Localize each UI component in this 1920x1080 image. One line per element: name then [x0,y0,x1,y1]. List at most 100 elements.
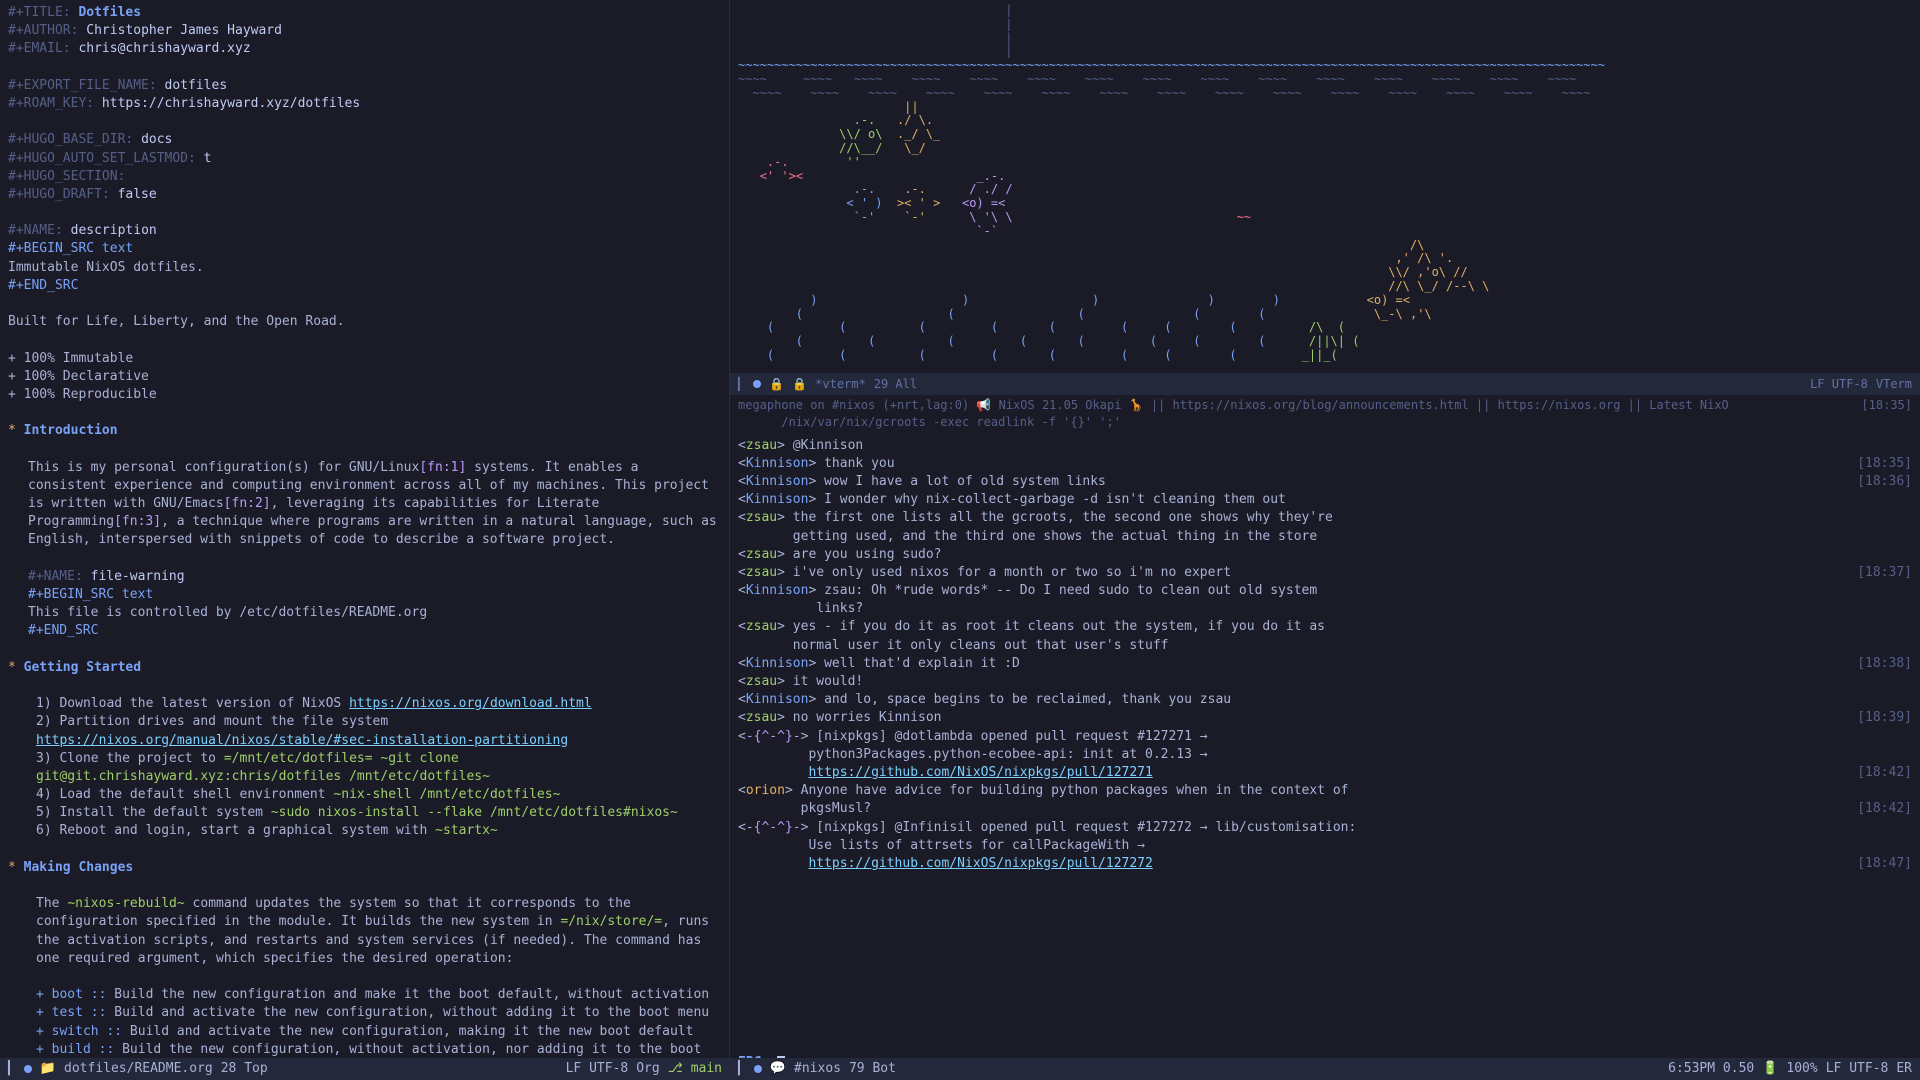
kw-author: #+AUTHOR: [8,23,78,38]
chat-line: <Kinnison> zsau: Oh *rude words* -- Do I… [738,582,1912,600]
battery-icon: 🔋 [1762,1060,1778,1078]
doc-title: Dotfiles [78,5,141,20]
vterm-pane[interactable]: | | | | ~~~~~~~~~~~~~~~~~~~~~~~~~~~~~~~~… [730,0,1920,395]
list-item: + build :: Build the new configuration, … [36,1041,721,1058]
buffer-pos: 79 Bot [849,1060,896,1078]
footnote-1[interactable]: [fn:1] [419,460,466,475]
chat-line: python3Packages.python-ecobee-api: init … [738,746,1912,764]
kw-email: #+EMAIL: [8,41,71,56]
chat-line: Use lists of attrsets for callPackageWit… [738,837,1912,855]
chat-line: links? [738,600,1912,618]
kw-title: #+TITLE: [8,5,71,20]
footnote-2[interactable]: [fn:2] [224,496,271,511]
doc-hugo-lastmod: t [204,151,212,166]
link-partition[interactable]: https://nixos.org/manual/nixos/stable/#s… [36,733,568,748]
bullet-1: + 100% Declarative [8,369,149,384]
chat-line: pkgsMusl?[18:42] [738,800,1912,818]
encoding: LF UTF-8 [1810,376,1868,393]
major-mode: Org [636,1060,659,1078]
chat-line: <Kinnison> thank you[18:35] [738,455,1912,473]
begin-src: #+BEGIN_SRC text [8,241,133,256]
doc-roam: https://chrishayward.xyz/dotfiles [102,96,360,111]
editor-pane-left[interactable]: #+TITLE: Dotfiles #+AUTHOR: Christopher … [0,0,730,1058]
chat-line: <zsau> are you using sudo? [738,546,1912,564]
warn-body: This file is controlled by /etc/dotfiles… [28,605,427,620]
chat-line: <zsau> it would! [738,673,1912,691]
folder-icon: 📁 [40,1060,56,1078]
doc-hugo-base: docs [141,132,172,147]
modeline-vterm: ▎ 🔒 🔒 *vterm* 29 All LF UTF-8 VTerm [730,373,1920,395]
chat-line: https://github.com/NixOS/nixpkgs/pull/12… [738,855,1912,873]
irc-pane[interactable]: megaphone on #nixos (+nrt,lag:0) 📢 NixOS… [730,395,1920,1058]
indicator-icon: ▎ [738,376,745,393]
list-item: + switch :: Build and activate the new c… [36,1023,721,1041]
footnote-3[interactable]: [fn:3] [114,514,161,529]
indicator-icon: ▎ [738,1060,746,1078]
gs-step-4: 4) Load the default shell environment ~n… [8,786,721,804]
chat-line: <Kinnison> well that'd explain it :D[18:… [738,655,1912,673]
desc-body: Immutable NixOS dotfiles. [8,260,204,275]
major-mode: VTerm [1876,376,1912,393]
encoding: LF UTF-8 [566,1060,629,1078]
encoding: LF UTF-8 [1826,1060,1889,1078]
end-src-warn: #+END_SRC [28,623,98,638]
indicator-icon: ▎ [8,1060,16,1078]
chat-line: <Kinnison> and lo, space begins to be re… [738,691,1912,709]
battery-pct: 100% [1786,1060,1817,1078]
chat-line: <-{^-^}-> [nixpkgs] @dotlambda opened pu… [738,728,1912,746]
gs-step-1: 1) Download the latest version of NixOS … [8,695,721,713]
chat-line: <zsau> i've only used nixos for a month … [738,564,1912,582]
doc-email: chris@chrishayward.xyz [78,41,250,56]
chat-line: <zsau> the first one lists all the gcroo… [738,509,1912,527]
chat-line: <zsau> no worries Kinnison[18:39] [738,709,1912,727]
chat-icon: 💬 [770,1060,786,1078]
link[interactable]: https://github.com/NixOS/nixpkgs/pull/12… [808,765,1152,780]
bullet-0: + 100% Immutable [8,351,133,366]
kw-hugo-section: #+HUGO_SECTION: [8,169,125,184]
gs-step-2: 2) Partition drives and mount the file s… [8,713,721,749]
chat-line: https://github.com/NixOS/nixpkgs/pull/12… [738,764,1912,782]
heading-intro[interactable]: Introduction [24,423,118,438]
kw-export: #+EXPORT_FILE_NAME: [8,78,157,93]
chat-line: <Kinnison> wow I have a lot of old syste… [738,473,1912,491]
gs-step-3: 3) Clone the project to =/mnt/etc/dotfil… [8,750,721,786]
link[interactable]: https://github.com/NixOS/nixpkgs/pull/12… [808,856,1152,871]
modeline-bottom: ▎ 📁 dotfiles/README.org 28 Top LF UTF-8 … [0,1058,1920,1080]
state-icon [753,380,761,388]
link-download[interactable]: https://nixos.org/download.html [349,696,592,711]
kw-name: #+NAME: [8,223,63,238]
state-icon [24,1065,32,1073]
buffer-pos: 29 All [874,376,917,393]
file-path: dotfiles/README.org [64,1060,213,1078]
star-icon: * [8,660,24,675]
bullet-2: + 100% Reproducible [8,387,157,402]
begin-src-warn: #+BEGIN_SRC text [28,587,153,602]
kw-hugo-lastmod: #+HUGO_AUTO_SET_LASTMOD: [8,151,196,166]
clock: 6:53PM 0.50 [1668,1060,1754,1078]
irc-topic: megaphone on #nixos (+nrt,lag:0) 📢 NixOS… [730,395,1920,433]
git-branch: main [691,1060,722,1078]
buffer-name: *vterm* [815,376,866,393]
tagline: Built for Life, Liberty, and the Open Ro… [8,314,345,329]
chat-line: <Kinnison> I wonder why nix-collect-garb… [738,491,1912,509]
major-mode: ER [1896,1060,1912,1078]
gs-step-6: 6) Reboot and login, start a graphical s… [8,822,721,840]
doc-author: Christopher James Hayward [86,23,282,38]
chat-line: <zsau> yes - if you do it as root it cle… [738,618,1912,636]
list-item: + test :: Build and activate the new con… [36,1004,721,1022]
doc-hugo-draft: false [118,187,157,202]
lock-icon: 🔒 [769,376,784,393]
heading-getting-started[interactable]: Getting Started [24,660,141,675]
doc-export: dotfiles [165,78,228,93]
gs-step-5: 5) Install the default system ~sudo nixo… [8,804,721,822]
star-icon: * [8,423,24,438]
buffer-name: #nixos [794,1060,841,1078]
doc-name-desc: description [71,223,157,238]
lock-icon: 🔒 [792,376,807,393]
buffer-pos: 28 Top [221,1060,268,1078]
chat-line: normal user it only cleans out that user… [738,637,1912,655]
list-item: + boot :: Build the new configuration an… [36,986,721,1004]
heading-making-changes[interactable]: Making Changes [24,860,134,875]
kw-hugo-base: #+HUGO_BASE_DIR: [8,132,133,147]
ascii-art: | | | | ~~~~~~~~~~~~~~~~~~~~~~~~~~~~~~~~… [738,4,1912,363]
